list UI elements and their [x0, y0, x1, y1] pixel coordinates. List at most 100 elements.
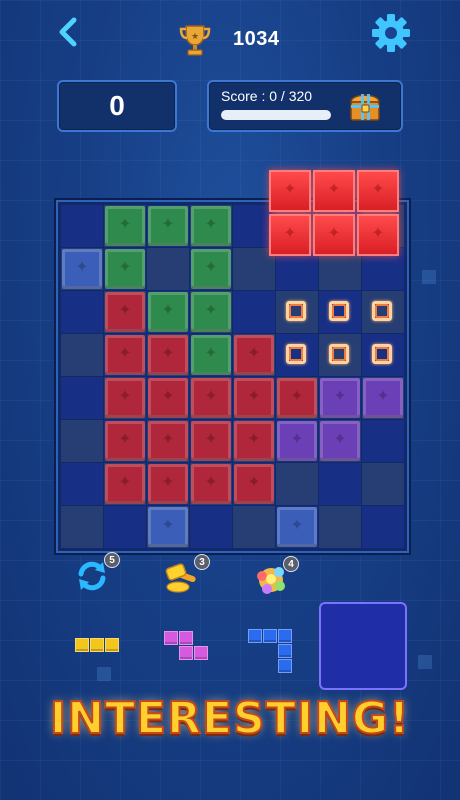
board-cell[interactable]	[233, 291, 275, 333]
red-block	[105, 335, 145, 375]
treasure-chest-icon[interactable]	[345, 86, 385, 126]
blue-block	[277, 507, 317, 547]
red-block	[148, 335, 188, 375]
red-block	[277, 378, 317, 418]
board-cell[interactable]	[61, 291, 103, 333]
board-cell[interactable]	[362, 377, 404, 419]
dragging-piece-block	[313, 214, 355, 256]
red-block	[105, 464, 145, 504]
board-cell[interactable]	[319, 377, 361, 419]
dragging-piece-block	[269, 214, 311, 256]
booster-count: 3	[194, 554, 210, 570]
tray-piece-block	[263, 629, 277, 643]
red-block	[148, 378, 188, 418]
score-progress-bar	[221, 110, 331, 120]
purple-block	[320, 421, 360, 461]
board-cell[interactable]	[190, 334, 232, 376]
purple-block	[320, 378, 360, 418]
board-cell[interactable]	[276, 334, 318, 376]
board-cell[interactable]	[319, 291, 361, 333]
green-block	[105, 249, 145, 289]
board-cell[interactable]	[61, 334, 103, 376]
red-block	[105, 292, 145, 332]
board-cell[interactable]	[104, 205, 146, 247]
booster-hammer[interactable]: 3	[164, 554, 210, 600]
red-block	[234, 378, 274, 418]
background-decoration	[422, 270, 436, 284]
board-cell[interactable]	[362, 334, 404, 376]
red-block	[234, 421, 274, 461]
target-outline	[372, 344, 392, 364]
board-cell[interactable]	[276, 463, 318, 505]
red-block	[105, 421, 145, 461]
board-cell[interactable]	[147, 377, 189, 419]
back-arrow-icon[interactable]	[52, 14, 88, 50]
board-cell[interactable]	[104, 463, 146, 505]
board-cell[interactable]	[190, 506, 232, 548]
board-cell[interactable]	[147, 291, 189, 333]
dragging-piece[interactable]	[269, 170, 402, 261]
board-cell[interactable]	[61, 377, 103, 419]
board-cell[interactable]	[276, 377, 318, 419]
board-cell[interactable]	[104, 377, 146, 419]
board-cell[interactable]	[61, 248, 103, 290]
board-cell[interactable]	[61, 205, 103, 247]
green-block	[148, 292, 188, 332]
board-cell[interactable]	[362, 291, 404, 333]
board-cell[interactable]	[61, 420, 103, 462]
red-block	[148, 421, 188, 461]
board-cell[interactable]	[190, 248, 232, 290]
board-cell[interactable]	[104, 506, 146, 548]
board-cell[interactable]	[190, 291, 232, 333]
red-block	[105, 378, 145, 418]
board-cell[interactable]	[276, 420, 318, 462]
board-cell[interactable]	[147, 463, 189, 505]
board-cell[interactable]	[319, 463, 361, 505]
board-cell[interactable]	[190, 463, 232, 505]
board-cell[interactable]	[147, 205, 189, 247]
board-cell[interactable]	[190, 377, 232, 419]
board-cell[interactable]	[276, 291, 318, 333]
board-cell[interactable]	[362, 420, 404, 462]
board-cell[interactable]	[276, 506, 318, 548]
top-bar: ★ 1034	[0, 0, 460, 70]
green-block	[148, 206, 188, 246]
purple-block	[363, 378, 403, 418]
board-cell[interactable]	[104, 248, 146, 290]
board-cell[interactable]	[233, 463, 275, 505]
board-cell[interactable]	[319, 334, 361, 376]
score-goal-text: Score : 0 / 320	[221, 88, 313, 104]
hold-slot[interactable]	[319, 602, 407, 690]
board-cell[interactable]	[147, 506, 189, 548]
board-cell[interactable]	[233, 377, 275, 419]
tray-piece-block	[194, 646, 208, 660]
booster-color-bomb[interactable]: 4	[253, 556, 299, 602]
red-block	[148, 464, 188, 504]
board-cell[interactable]	[233, 420, 275, 462]
board-cell[interactable]	[190, 420, 232, 462]
gear-icon[interactable]	[370, 12, 412, 54]
background-decoration	[418, 655, 432, 669]
board-cell[interactable]	[147, 248, 189, 290]
board-cell[interactable]	[61, 506, 103, 548]
board-cell[interactable]	[319, 506, 361, 548]
board-cell[interactable]	[233, 334, 275, 376]
praise-text: INTERESTING!	[49, 692, 411, 745]
tray-piece-block	[90, 638, 104, 652]
dragging-piece-block	[313, 170, 355, 212]
board-cell[interactable]	[233, 506, 275, 548]
trophy-icon: ★	[177, 22, 213, 58]
board-cell[interactable]	[362, 463, 404, 505]
tray-piece-block	[105, 638, 119, 652]
board-cell[interactable]	[61, 463, 103, 505]
board-cell[interactable]	[104, 334, 146, 376]
board-cell[interactable]	[147, 334, 189, 376]
board-cell[interactable]	[190, 205, 232, 247]
board-cell[interactable]	[319, 420, 361, 462]
board-cell[interactable]	[104, 291, 146, 333]
booster-refresh[interactable]: 5	[74, 552, 120, 598]
blue-block	[148, 507, 188, 547]
board-cell[interactable]	[147, 420, 189, 462]
board-cell[interactable]	[362, 506, 404, 548]
board-cell[interactable]	[104, 420, 146, 462]
